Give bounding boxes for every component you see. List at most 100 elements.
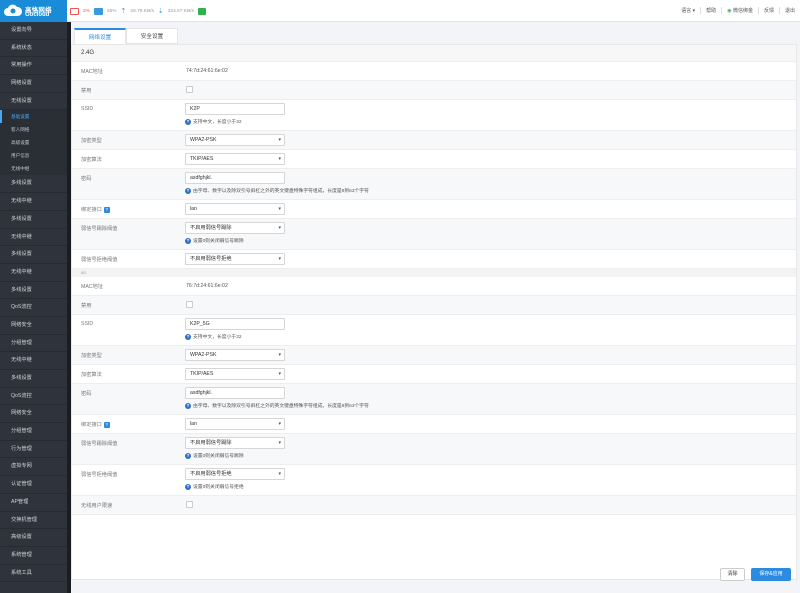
top-nav-feedback[interactable]: 反馈 [757, 7, 779, 14]
row-enc-type-24g: 加密类型 WPA2-PSK [72, 131, 796, 150]
row-enc-algo-24g: 加密算法 TKIP/AES [72, 150, 796, 169]
sidebar-item[interactable]: 无线设置 [0, 93, 67, 111]
bind-select-5g[interactable]: lan [185, 418, 285, 430]
label-weak-reject: 弱信号拒绝阈值 [81, 257, 118, 263]
sidebar-item[interactable]: 认证管理 [0, 476, 67, 494]
memory-icon [93, 7, 103, 15]
band-24g-header: 2.4G [72, 45, 796, 62]
download-speed: 324.57 KB/s [167, 8, 194, 14]
label-weak-reject: 弱信号拒绝阈值 [81, 472, 118, 478]
password-input-5g[interactable]: asdfghjkl. [185, 387, 285, 399]
label-password: 密码 [81, 391, 92, 397]
monitor-icon[interactable] [197, 7, 206, 15]
ssid-hint-24g: ? 支持中文，长度小于32 [185, 118, 242, 125]
top-nav-logout[interactable]: 退出 [778, 7, 800, 14]
top-nav-help[interactable]: 帮助 [700, 7, 721, 14]
sidebar-item[interactable]: 分组管理 [0, 335, 67, 353]
sidebar-item[interactable]: 多线设置 [0, 175, 67, 194]
label-mac: MAC地址 [81, 284, 103, 290]
sidebar-item[interactable]: 交换机管理 [0, 512, 67, 530]
tab-network-settings[interactable]: 网络设置 [74, 28, 126, 44]
help-icon[interactable]: ? [103, 207, 110, 213]
sidebar-item[interactable]: 分组管理 [0, 423, 67, 441]
sidebar-item[interactable]: 多线设置 [0, 211, 67, 229]
wireless-settings-panel: 2.4G MAC地址 74:7d:24:61:6e:02 禁用 SSID K2P… [71, 44, 797, 580]
sidebar-item[interactable]: 多线设置 [0, 246, 67, 264]
row-mac-24g: MAC地址 74:7d:24:61:6e:02 [72, 62, 796, 81]
help-icon[interactable]: ? [103, 422, 110, 428]
ssid-hint-5g: ? 支持中文，长度小于32 [185, 333, 242, 340]
top-bar: 高恪网络 Gocloud 2% 55% ⇡ 26.79 KB/s ⇣ 324.5… [0, 0, 800, 22]
label-mac: MAC地址 [81, 69, 103, 75]
upload-arrow-icon: ⇡ [120, 8, 127, 15]
top-nav-wechat[interactable]: ◉ 微信绑金 [721, 7, 758, 14]
sidebar-item[interactable]: 基础设置 [0, 110, 67, 124]
sidebar-item[interactable]: 设置向导 [0, 22, 67, 40]
disable-checkbox-24g[interactable] [186, 86, 193, 93]
sidebar-item[interactable]: 高级设置 [0, 136, 67, 150]
row-password-5g: 密码 asdfghjkl. ? 由字母、数字以及除双引号斜杠之外的英文键盘特殊字符… [72, 384, 796, 415]
download-arrow-icon: ⇣ [157, 8, 164, 15]
brand-logo[interactable]: 高恪网络 Gocloud [0, 0, 67, 22]
sidebar-item[interactable]: 虚拟专网 [0, 458, 67, 477]
sidebar-item[interactable]: 多线设置 [0, 370, 67, 388]
sidebar-item[interactable]: 无线中继 [0, 264, 67, 282]
sidebar-item[interactable]: 行为管理 [0, 441, 67, 459]
sidebar-menu: 设置向导 系统状态 常用操作 网络设置 无线设置 基础设置 客人网络 高级设置 用户信息 无线中继… [0, 22, 67, 593]
enc-algo-select-5g[interactable]: TKIP/AES [185, 368, 285, 380]
sidebar-item[interactable]: 多线设置 [0, 282, 67, 300]
question-icon: ? [185, 402, 191, 409]
tab-security-settings[interactable]: 安全设置 [126, 28, 178, 44]
sidebar-item[interactable]: 客人网络 [0, 123, 67, 137]
disable-checkbox-5g[interactable] [186, 301, 193, 308]
row-password-24g: 密码 asdfghjkl. ? 由字母、数字以及除双引号斜杠之外的英文键盘特殊字符… [72, 169, 796, 200]
top-nav: 语言 ▾ 帮助 ◉ 微信绑金 反馈 退出 [676, 7, 800, 14]
top-nav-language[interactable]: 语言 ▾ [676, 7, 700, 14]
label-enc-algo: 加密算法 [81, 157, 102, 163]
cpu-value: 2% [83, 8, 90, 14]
weak-kick-select-5g[interactable]: 不启用弱信号踢除 [185, 437, 285, 449]
sidebar-item[interactable]: 系统状态 [0, 40, 67, 58]
sidebar-item[interactable]: 系统工具 [0, 565, 67, 583]
row-enc-type-5g: 加密类型 WPA2-PSK [72, 346, 796, 365]
sidebar-item[interactable]: 高级设置 [0, 529, 67, 547]
row-ssid-5g: SSID K2P_5G ? 支持中文，长度小于32 [72, 315, 796, 346]
sidebar-item[interactable]: AP管理 [0, 494, 67, 512]
main-content: 网络设置 安全设置 2.4G MAC地址 74:7d:24:61:6e:02 禁… [71, 22, 800, 593]
clear-button[interactable]: 清除 [720, 568, 745, 581]
sidebar-item[interactable]: 常用操作 [0, 57, 67, 76]
weak-reject-select-5g[interactable]: 不启用弱信号拒绝 [185, 468, 285, 480]
sidebar-item[interactable]: 无线中继 [0, 229, 67, 247]
sidebar-item[interactable]: 网络设置 [0, 75, 67, 93]
sidebar-item[interactable]: 网络安全 [0, 405, 67, 424]
sidebar-item[interactable]: 无线中继 [0, 193, 67, 211]
row-bind-5g: 绑定接口? lan [72, 415, 796, 434]
enc-type-select-24g[interactable]: WPA2-PSK [185, 134, 285, 146]
wireless-user-limit-checkbox[interactable] [186, 501, 193, 508]
label-disable: 禁用 [81, 303, 92, 309]
sidebar-item[interactable]: 系统管理 [0, 547, 67, 565]
password-input-24g[interactable]: asdfghjkl. [185, 172, 285, 184]
password-hint-24g: ? 由字母、数字以及除双引号斜杠之外的英文键盘特殊字符组成，长度是8到63个字符 [185, 187, 369, 194]
label-weak-kick: 弱信号踢除阈值 [81, 441, 118, 447]
sidebar-item[interactable]: QoS流控 [0, 388, 67, 406]
footer-actions: 清除 保存&应用 [71, 568, 800, 593]
weak-reject-select-24g[interactable]: 不启用弱信号拒绝 [185, 253, 285, 265]
enc-type-select-5g[interactable]: WPA2-PSK [185, 349, 285, 361]
bind-select-24g[interactable]: lan [185, 203, 285, 215]
enc-algo-select-24g[interactable]: TKIP/AES [185, 153, 285, 165]
save-apply-button[interactable]: 保存&应用 [751, 568, 791, 581]
sidebar-item[interactable]: 用户信息 [0, 149, 67, 163]
sidebar-item[interactable]: QoS流控 [0, 299, 67, 317]
sidebar-item[interactable]: 无线中继 [0, 352, 67, 370]
row-bind-24g: 绑定接口? lan [72, 200, 796, 219]
ssid-input-5g[interactable]: K2P_5G [185, 318, 285, 330]
ssid-input-24g[interactable]: K2P [185, 103, 285, 115]
sidebar-item[interactable]: 网络安全 [0, 317, 67, 335]
brand-name-en: Gocloud [25, 12, 50, 18]
label-bind: 绑定接口? [81, 207, 110, 213]
sidebar-item[interactable]: 无线中继 [0, 162, 67, 176]
weak-reject-hint-5g: ? 设置0则关闭弱信号拒绝 [185, 483, 244, 490]
row-disable-5g: 禁用 [72, 296, 796, 315]
weak-kick-select-24g[interactable]: 不启用弱信号踢除 [185, 222, 285, 234]
